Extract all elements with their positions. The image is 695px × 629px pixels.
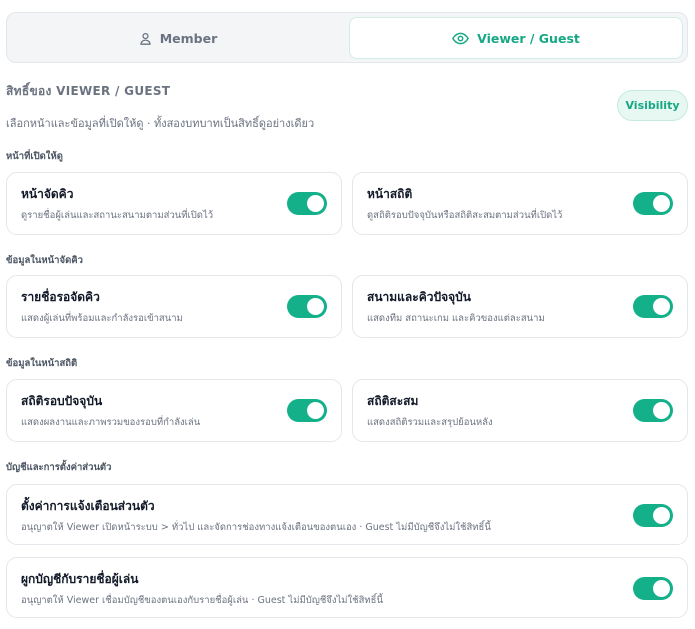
permission-card-cumulative-stats: สถิติสะสม แสดงสถิติรวมและสรุปย้อนหลัง	[352, 379, 688, 442]
group-heading-account: บัญชีและการตั้งค่าส่วนตัว	[6, 462, 112, 473]
toggle-link-player[interactable]	[633, 577, 673, 600]
card-description: อนุญาตให้ Viewer เชื่อมบัญชีของตนเองกับร…	[21, 595, 383, 606]
toggle-knob	[307, 402, 324, 419]
card-description: แสดงผู้เล่นที่พร้อมและกำลังรอเข้าสนาม	[21, 313, 183, 324]
permission-card-current-round-stats: สถิติรอบปัจจุบัน แสดงผลงานและภาพรวมของรอ…	[6, 379, 342, 442]
tab-member-label: Member	[159, 30, 218, 46]
group-heading-queue-data: ข้อมูลในหน้าจัดคิว	[6, 255, 83, 266]
tab-viewer-guest[interactable]: Viewer / Guest	[349, 17, 683, 59]
card-title: สถิติสะสม	[367, 394, 419, 408]
toggle-knob	[653, 507, 670, 524]
toggle-current-round-stats[interactable]	[287, 399, 327, 422]
user-icon	[139, 32, 152, 45]
toggle-stats-page[interactable]	[633, 192, 673, 215]
card-title: รายชื่อรอจัดคิว	[21, 290, 100, 304]
toggle-knob	[653, 580, 670, 597]
section-title: สิทธิ์ของ VIEWER / GUEST	[6, 84, 171, 98]
card-description: อนุญาตให้ Viewer เปิดหน้าระบบ > ทั่วไป แ…	[21, 522, 491, 533]
permission-card-waiting-list: รายชื่อรอจัดคิว แสดงผู้เล่นที่พร้อมและกำ…	[6, 275, 342, 338]
card-description: แสดงผลงานและภาพรวมของรอบที่กำลังเล่น	[21, 417, 201, 428]
card-title: หน้าจัดคิว	[21, 187, 74, 201]
card-description: ดูรายชื่อผู้เล่นและสถานะสนามตามส่วนที่เป…	[21, 210, 214, 221]
tab-viewer-label: Viewer / Guest	[477, 30, 580, 46]
card-title: ผูกบัญชีกับรายชื่อผู้เล่น	[21, 572, 139, 586]
toggle-cumulative-stats[interactable]	[633, 399, 673, 422]
eye-icon	[452, 32, 470, 45]
toggle-knob	[653, 402, 670, 419]
card-title: สถิติรอบปัจจุบัน	[21, 394, 103, 408]
card-title: สนามและคิวปัจจุบัน	[367, 290, 471, 304]
permission-card-queue-page: หน้าจัดคิว ดูรายชื่อผู้เล่นและสถานะสนามต…	[6, 172, 342, 235]
role-tabs: Member Viewer / Guest	[6, 12, 688, 63]
card-title: ตั้งค่าการแจ้งเตือนส่วนตัว	[21, 499, 155, 513]
toggle-queue-page[interactable]	[287, 192, 327, 215]
permission-card-stats-page: หน้าสถิติ ดูสถิติรอบปัจจุบันหรือสถิติสะส…	[352, 172, 688, 235]
permission-card-courts-queue: สนามและคิวปัจจุบัน แสดงทีม สถานะเกม และค…	[352, 275, 688, 338]
toggle-knob	[653, 195, 670, 212]
permission-card-link-player: ผูกบัญชีกับรายชื่อผู้เล่น อนุญาตให้ View…	[6, 557, 688, 618]
card-description: แสดงทีม สถานะเกม และคิวของแต่ละสนาม	[367, 313, 545, 324]
toggle-knob	[307, 298, 324, 315]
card-description: แสดงสถิติรวมและสรุปย้อนหลัง	[367, 417, 493, 428]
toggle-waiting-list[interactable]	[287, 295, 327, 318]
toggle-courts-queue[interactable]	[633, 295, 673, 318]
section-description: เลือกหน้าและข้อมูลที่เปิดให้ดู · ทั้งสอง…	[6, 117, 315, 130]
permission-card-notification-settings: ตั้งค่าการแจ้งเตือนส่วนตัว อนุญาตให้ Vie…	[6, 484, 688, 545]
toggle-knob	[653, 298, 670, 315]
toggle-notification-settings[interactable]	[633, 504, 673, 527]
toggle-knob	[307, 195, 324, 212]
group-heading-stats-data: ข้อมูลในหน้าสถิติ	[6, 358, 78, 369]
card-description: ดูสถิติรอบปัจจุบันหรือสถิติสะสมตามส่วนที…	[367, 210, 563, 221]
visibility-badge: Visibility	[617, 90, 688, 121]
tab-member[interactable]: Member	[11, 17, 345, 59]
group-heading-pages: หน้าที่เปิดให้ดู	[6, 151, 63, 162]
card-title: หน้าสถิติ	[367, 187, 413, 201]
